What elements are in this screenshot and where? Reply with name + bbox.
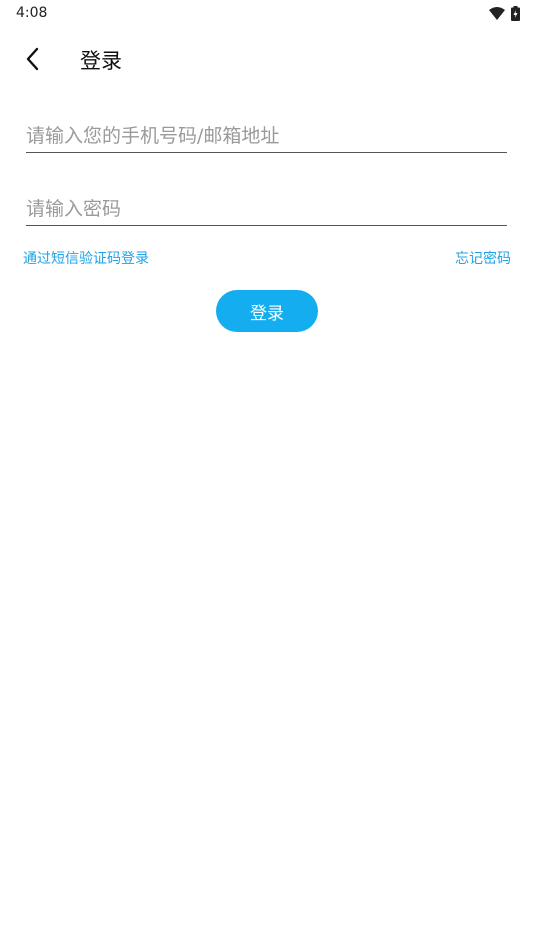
password-input[interactable]: [26, 186, 507, 225]
sms-login-link[interactable]: 通过短信验证码登录: [23, 248, 149, 268]
wifi-icon: [489, 6, 505, 20]
battery-icon: [511, 5, 520, 21]
status-icons: [489, 5, 520, 21]
status-time: 4:08: [16, 5, 48, 21]
page-title: 登录: [80, 49, 122, 73]
forgot-password-link[interactable]: 忘记密码: [455, 248, 511, 268]
status-bar: 4:08: [0, 0, 534, 28]
password-field: [26, 186, 507, 226]
back-button[interactable]: [16, 44, 48, 74]
account-input[interactable]: [26, 113, 507, 152]
login-button[interactable]: 登录: [216, 290, 318, 332]
chevron-left-icon: [26, 47, 39, 71]
account-field: [26, 113, 507, 153]
toolbar: 登录: [0, 36, 534, 82]
